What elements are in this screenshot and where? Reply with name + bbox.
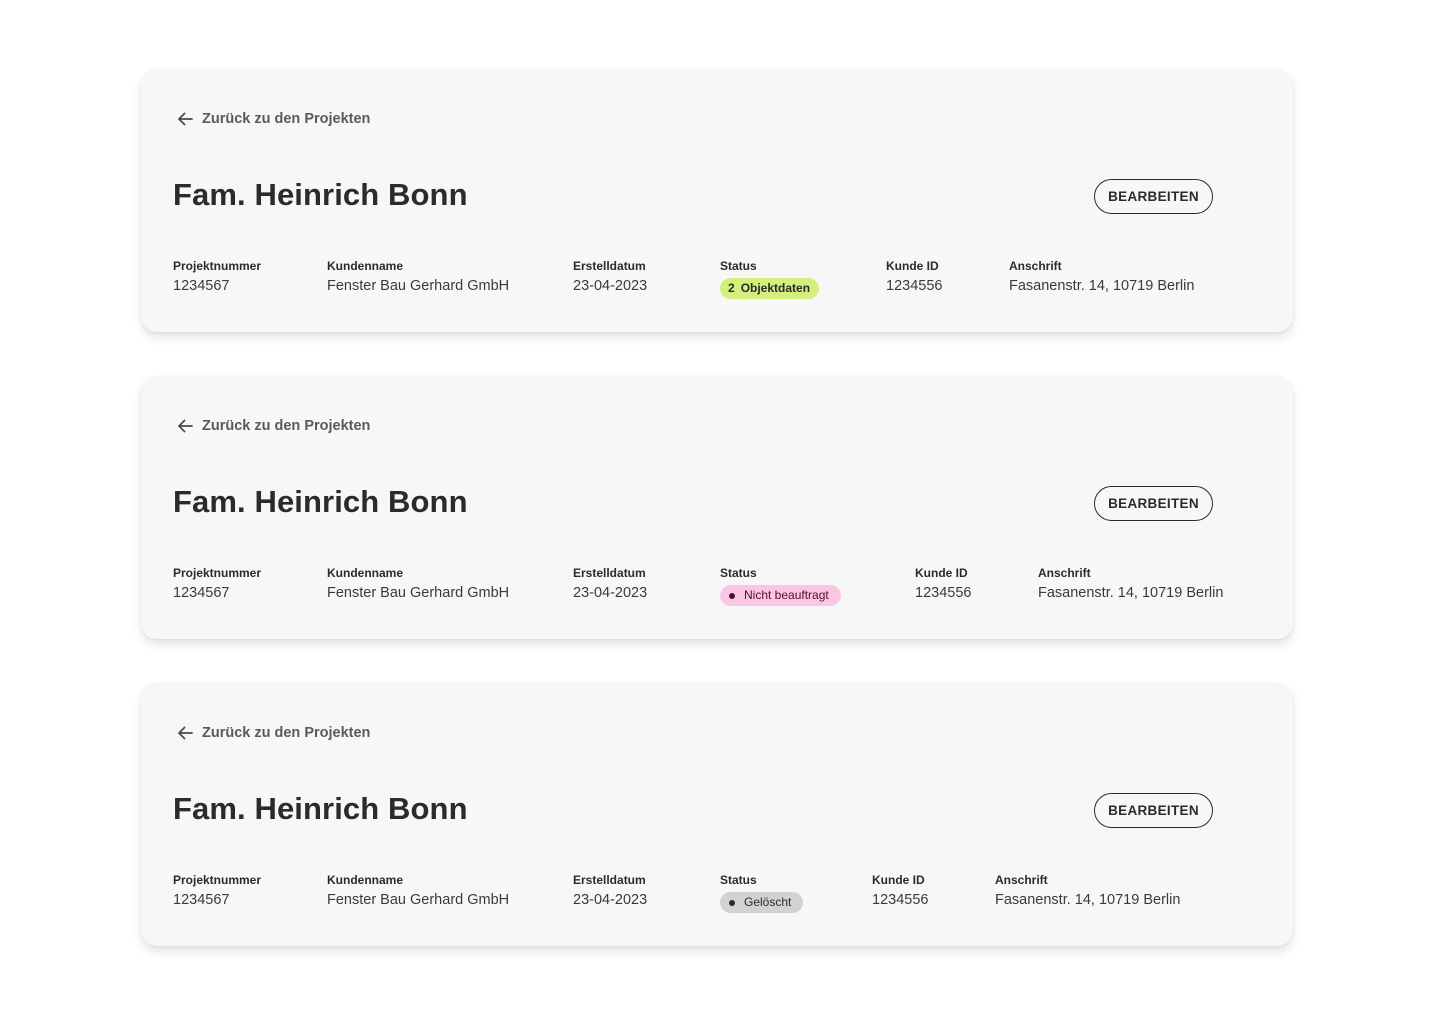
field-anschrift: Anschrift Fasanenstr. 14, 10719 Berlin [1009, 259, 1194, 295]
field-value: 1234556 [886, 278, 943, 294]
back-to-projects-link[interactable]: Zurück zu den Projekten [177, 414, 370, 438]
arrow-left-icon [177, 726, 193, 740]
field-label: Erstelldatum [573, 259, 646, 273]
field-erstelldatum: Erstelldatum 23-04-2023 [573, 566, 647, 602]
field-value: Fasanenstr. 14, 10719 Berlin [1009, 278, 1195, 294]
field-value: Fenster Bau Gerhard GmbH [327, 278, 510, 294]
field-erstelldatum: Erstelldatum 23-04-2023 [573, 259, 647, 295]
field-kundenname: Kundenname Fenster Bau Gerhard GmbH [327, 873, 509, 909]
field-label: Kundenname [327, 259, 404, 273]
field-projektnummer: Projektnummer 1234567 [173, 259, 261, 295]
arrow-left-icon [177, 112, 193, 126]
field-label: Kunde ID [886, 259, 939, 273]
field-status: Status Nicht beauftragt [720, 566, 841, 606]
field-value: Fasanenstr. 14, 10719 Berlin [1038, 585, 1224, 601]
back-to-projects-link[interactable]: Zurück zu den Projekten [177, 721, 370, 745]
field-label: Kunde ID [872, 873, 925, 887]
field-label: Kunde ID [915, 566, 968, 580]
field-value: Fenster Bau Gerhard GmbH [327, 892, 510, 908]
field-label: Erstelldatum [573, 873, 646, 887]
status-badge-count: 2 [728, 281, 735, 295]
field-label: Projektnummer [173, 566, 262, 580]
field-anschrift: Anschrift Fasanenstr. 14, 10719 Berlin [995, 873, 1180, 909]
status-badge: Nicht beauftragt [720, 585, 841, 606]
project-title: Fam. Heinrich Bonn [173, 177, 468, 212]
field-label: Projektnummer [173, 873, 262, 887]
status-badge-label: Gelöscht [744, 895, 792, 909]
field-status: Status Gelöscht [720, 873, 804, 913]
field-label: Status [720, 873, 757, 887]
back-to-projects-link[interactable]: Zurück zu den Projekten [177, 107, 370, 131]
field-value: 23-04-2023 [573, 278, 648, 294]
field-label: Status [720, 566, 757, 580]
field-value: 23-04-2023 [573, 585, 648, 601]
back-link-label: Zurück zu den Projekten [202, 725, 371, 741]
field-erstelldatum: Erstelldatum 23-04-2023 [573, 873, 647, 909]
field-label: Anschrift [1038, 566, 1091, 580]
arrow-left-icon [177, 419, 193, 433]
edit-button[interactable]: BEARBEITEN [1094, 179, 1213, 214]
field-value: Fenster Bau Gerhard GmbH [327, 585, 510, 601]
status-badge: Gelöscht [720, 892, 804, 913]
field-value: 1234567 [173, 892, 230, 908]
project-title: Fam. Heinrich Bonn [173, 791, 468, 826]
field-value: 1234567 [173, 585, 230, 601]
field-kunde-id: Kunde ID 1234556 [886, 259, 942, 295]
project-header-card: Zurück zu den Projekten Fam. Heinrich Bo… [141, 376, 1293, 639]
field-projektnummer: Projektnummer 1234567 [173, 873, 261, 909]
field-label: Erstelldatum [573, 566, 646, 580]
status-badge-label: Nicht beauftragt [744, 588, 829, 602]
project-header-card: Zurück zu den Projekten Fam. Heinrich Bo… [141, 683, 1293, 946]
field-label: Kundenname [327, 873, 404, 887]
field-anschrift: Anschrift Fasanenstr. 14, 10719 Berlin [1038, 566, 1223, 602]
field-kunde-id: Kunde ID 1234556 [872, 873, 928, 909]
edit-button[interactable]: BEARBEITEN [1094, 793, 1213, 828]
field-label: Projektnummer [173, 259, 262, 273]
field-kundenname: Kundenname Fenster Bau Gerhard GmbH [327, 566, 509, 602]
field-value: 1234556 [872, 892, 929, 908]
field-label: Kundenname [327, 566, 404, 580]
back-link-label: Zurück zu den Projekten [202, 111, 371, 127]
field-value: 1234567 [173, 278, 230, 294]
project-title: Fam. Heinrich Bonn [173, 484, 468, 519]
field-value: Fasanenstr. 14, 10719 Berlin [995, 892, 1181, 908]
status-dot-icon [729, 899, 735, 906]
field-value: 1234556 [915, 585, 972, 601]
status-badge-label: Objektdaten [740, 281, 811, 295]
field-kunde-id: Kunde ID 1234556 [915, 566, 971, 602]
back-link-label: Zurück zu den Projekten [202, 418, 371, 434]
field-projektnummer: Projektnummer 1234567 [173, 566, 261, 602]
project-header-card: Zurück zu den Projekten Fam. Heinrich Bo… [141, 69, 1293, 332]
field-label: Anschrift [1009, 259, 1062, 273]
field-kundenname: Kundenname Fenster Bau Gerhard GmbH [327, 259, 509, 295]
field-status: Status 2 Objektdaten [720, 259, 820, 299]
status-badge: 2 Objektdaten [720, 278, 820, 299]
field-label: Anschrift [995, 873, 1048, 887]
field-label: Status [720, 259, 757, 273]
edit-button[interactable]: BEARBEITEN [1094, 486, 1213, 521]
field-value: 23-04-2023 [573, 892, 648, 908]
status-dot-icon [729, 592, 735, 599]
